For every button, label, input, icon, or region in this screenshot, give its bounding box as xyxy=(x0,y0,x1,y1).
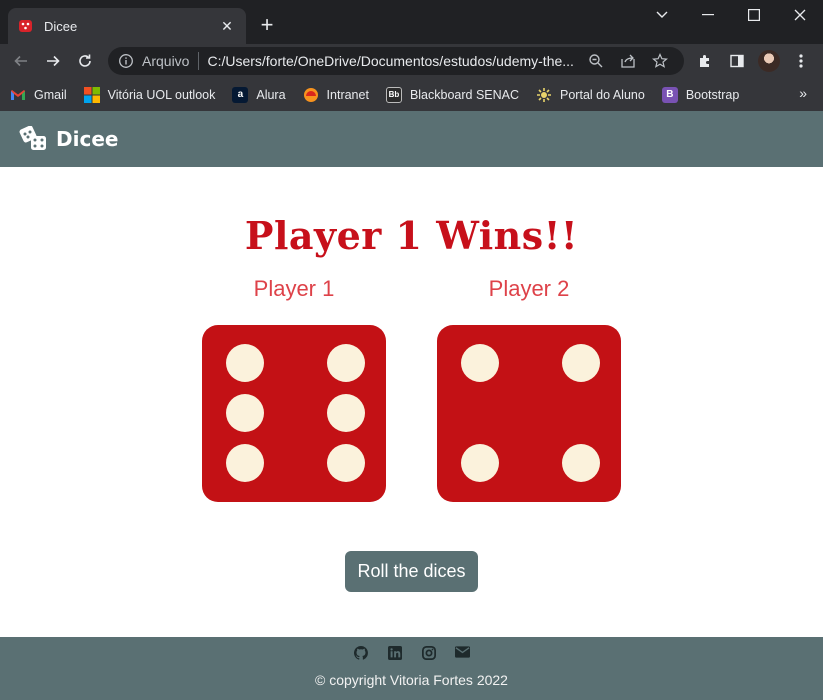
extensions-puzzle-icon[interactable] xyxy=(689,47,721,75)
page-content: Dicee Player 1 Wins!! Player 1 Player 2 … xyxy=(0,111,823,700)
die-pip xyxy=(461,444,499,482)
winner-heading: Player 1 Wins!! xyxy=(244,213,579,258)
die-pip xyxy=(327,344,365,382)
url-text[interactable]: C:/Users/forte/OneDrive/Documentos/estud… xyxy=(207,53,580,69)
new-tab-button[interactable]: + xyxy=(254,12,280,38)
forward-arrow-icon[interactable] xyxy=(37,45,69,77)
bookmarks-bar: Gmail Vitória UOL outlook a Alura Intran… xyxy=(0,78,823,111)
portal-icon xyxy=(536,87,552,103)
die-pip xyxy=(226,444,264,482)
die-pip xyxy=(327,444,365,482)
roll-dice-button[interactable]: Roll the dices xyxy=(345,551,478,592)
window-close-icon[interactable] xyxy=(777,0,823,30)
back-arrow-icon[interactable] xyxy=(5,45,37,77)
site-footer: © copyright Vitoria Fortes 2022 xyxy=(0,637,823,700)
bookmark-star-icon[interactable] xyxy=(644,53,676,69)
omnibox-divider xyxy=(198,52,200,70)
player-1-die xyxy=(202,325,386,502)
reload-icon[interactable] xyxy=(69,45,101,77)
player-2-label: Player 2 xyxy=(488,276,570,301)
bookmark-portal[interactable]: Portal do Aluno xyxy=(536,87,645,103)
dice-favicon-icon xyxy=(18,18,34,34)
zoom-icon[interactable] xyxy=(580,53,612,69)
social-links xyxy=(0,646,823,660)
linkedin-icon[interactable] xyxy=(378,646,412,660)
player-2-die xyxy=(437,325,621,502)
maximize-icon[interactable] xyxy=(731,0,777,30)
blackboard-icon: Bb xyxy=(385,86,402,103)
bookmark-label: Blackboard SENAC xyxy=(409,87,520,102)
email-icon[interactable] xyxy=(446,646,480,660)
window-controls xyxy=(639,0,823,30)
die-pip xyxy=(562,344,600,382)
tab-search-chevron-icon[interactable] xyxy=(639,0,685,30)
die-pip xyxy=(226,394,264,432)
bookmark-intranet[interactable]: Intranet xyxy=(303,87,369,103)
browser-toolbar: Arquivo C:/Users/forte/OneDrive/Document… xyxy=(0,44,823,78)
site-navbar: Dicee xyxy=(0,111,823,167)
bookmark-bootstrap[interactable]: B Bootstrap xyxy=(661,86,740,103)
omnibox-actions xyxy=(580,53,676,69)
minimize-icon[interactable] xyxy=(685,0,731,30)
bookmark-blackboard[interactable]: Bb Blackboard SENAC xyxy=(385,86,520,103)
brand-link[interactable]: Dicee xyxy=(18,126,118,152)
bookmark-outlook[interactable]: Vitória UOL outlook xyxy=(83,86,216,103)
gmail-icon xyxy=(10,87,26,103)
bookmark-label: Vitória UOL outlook xyxy=(107,87,216,102)
die-pip xyxy=(562,444,600,482)
bookmark-label: Intranet xyxy=(326,87,369,102)
die-pip xyxy=(226,344,264,382)
share-icon[interactable] xyxy=(612,53,644,69)
copyright-text: © copyright Vitoria Fortes 2022 xyxy=(315,672,508,688)
bookmark-label: Alura xyxy=(256,87,286,102)
brand-name: Dicee xyxy=(56,127,119,151)
avatar xyxy=(758,50,780,72)
browser-tabstrip: Dicee ✕ + xyxy=(0,0,823,44)
bookmark-label: Bootstrap xyxy=(685,87,740,102)
site-info[interactable]: Arquivo xyxy=(118,53,189,69)
site-info-label: Arquivo xyxy=(142,53,190,69)
toolbar-right xyxy=(689,47,817,75)
microsoft-icon xyxy=(83,86,100,103)
github-icon[interactable] xyxy=(344,646,378,660)
bookmark-label: Gmail xyxy=(34,87,67,102)
alura-icon: a xyxy=(232,86,249,103)
instagram-icon[interactable] xyxy=(412,646,446,660)
profile-avatar[interactable] xyxy=(753,47,785,75)
bookmarks-overflow-icon[interactable]: » xyxy=(799,85,807,101)
chrome-menu-icon[interactable] xyxy=(785,47,817,75)
dice-logo-icon xyxy=(18,126,48,152)
player-1-label: Player 1 xyxy=(253,276,335,301)
info-icon xyxy=(119,54,133,68)
die-pip xyxy=(461,344,499,382)
tab-title: Dicee xyxy=(44,18,78,34)
side-panel-icon[interactable] xyxy=(721,47,753,75)
address-bar[interactable]: Arquivo C:/Users/forte/OneDrive/Document… xyxy=(108,47,684,75)
bookmark-label: Portal do Aluno xyxy=(560,87,645,102)
tab-close-icon[interactable]: ✕ xyxy=(218,18,236,35)
die-pip xyxy=(327,394,365,432)
bookmark-alura[interactable]: a Alura xyxy=(232,86,286,103)
browser-tab-active[interactable]: Dicee ✕ xyxy=(8,8,246,44)
bootstrap-icon: B xyxy=(661,86,678,103)
intranet-icon xyxy=(303,87,319,103)
bookmark-gmail[interactable]: Gmail xyxy=(10,87,67,103)
